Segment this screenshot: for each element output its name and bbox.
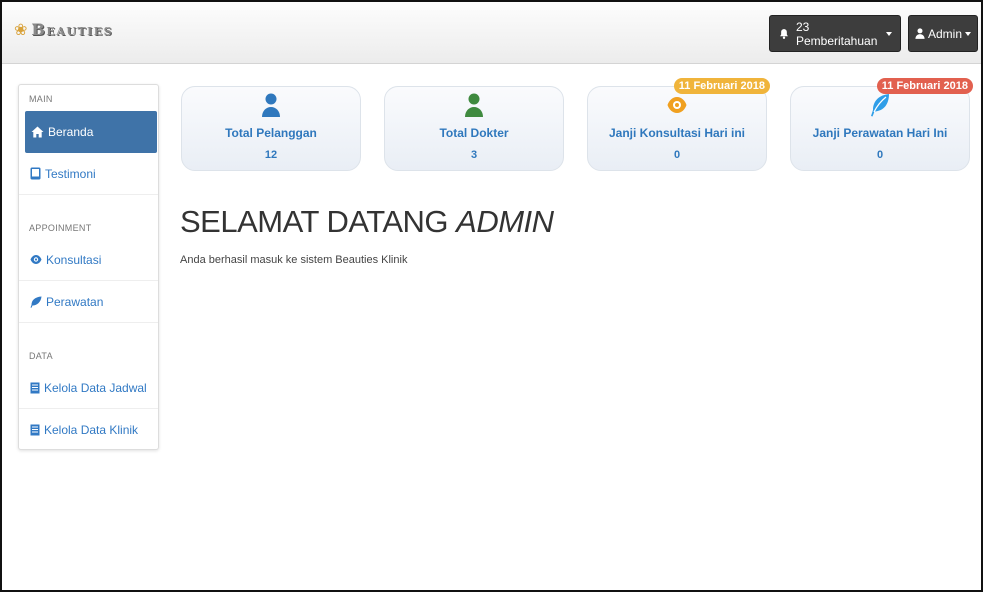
caret-down-icon <box>886 31 892 36</box>
sidebar-heading-appoinment: APPOINMENT <box>29 223 92 233</box>
sidebar-item-label: Beranda <box>48 125 94 139</box>
sidebar-item-perawatan[interactable]: Perawatan <box>19 281 158 323</box>
lotus-icon: ❀ <box>14 20 28 39</box>
brand-name: Beauties <box>31 20 114 39</box>
user-icon <box>465 93 483 117</box>
sidebar-heading-main: MAIN <box>29 94 53 104</box>
user-menu-button[interactable]: Admin <box>908 15 978 52</box>
list-icon <box>30 424 40 436</box>
sidebar-item-label: Konsultasi <box>46 252 102 267</box>
eye-icon <box>667 97 687 113</box>
leaf-icon <box>871 94 889 117</box>
bell-icon <box>780 28 788 39</box>
sidebar: MAIN Beranda Testimoni APPOINMENT Konsul… <box>18 84 159 450</box>
sidebar-item-testimoni[interactable]: Testimoni <box>19 153 158 195</box>
card-value: 3 <box>470 149 478 161</box>
welcome-name: ADMIN <box>456 204 554 239</box>
date-badge: 11 Februari 2018 <box>876 78 973 94</box>
welcome-subtext: Anda berhasil masuk ke sistem Beauties K… <box>180 254 408 266</box>
caret-down-icon <box>965 31 971 36</box>
notifications-label: 23 Pemberitahuan <box>795 19 878 48</box>
stat-card-total-dokter[interactable]: Total Dokter 3 <box>384 86 564 171</box>
user-icon <box>262 93 280 117</box>
card-value: 0 <box>876 149 884 161</box>
tablet-icon <box>30 167 41 180</box>
stat-card-janji-konsultasi[interactable]: 11 Februari 2018 Janji Konsultasi Hari i… <box>587 78 770 171</box>
card-title: Janji Perawatan Hari Ini <box>812 126 948 140</box>
sidebar-item-kelola-data-klinik[interactable]: Kelola Data Klinik <box>19 409 158 451</box>
user-menu-label: Admin <box>927 26 962 41</box>
page-title: SELAMAT DATANG ADMIN <box>180 204 554 240</box>
leaf-icon <box>30 296 42 308</box>
stat-card-total-pelanggan[interactable]: Total Pelanggan 12 <box>181 86 361 171</box>
sidebar-item-kelola-data-jadwal[interactable]: Kelola Data Jadwal <box>19 367 158 409</box>
home-icon <box>31 126 44 138</box>
list-icon <box>30 382 40 393</box>
top-navbar: ❀ Beauties 23 Pemberitahuan Admin <box>2 2 981 64</box>
brand-logo[interactable]: ❀ Beauties <box>14 20 113 39</box>
sidebar-item-beranda[interactable]: Beranda <box>25 111 157 153</box>
card-value: 12 <box>264 149 278 161</box>
notifications-button[interactable]: 23 Pemberitahuan <box>769 15 901 52</box>
card-title: Total Pelanggan <box>225 126 317 140</box>
eye-icon <box>30 255 42 264</box>
sidebar-item-label: Testimoni <box>45 166 96 181</box>
sidebar-item-label: Kelola Data Klinik <box>44 423 139 437</box>
card-title: Janji Konsultasi Hari ini <box>608 126 746 140</box>
sidebar-heading-data: DATA <box>29 351 53 361</box>
card-title: Total Dokter <box>439 126 509 140</box>
sidebar-item-label: Perawatan <box>46 294 104 309</box>
app-window: ❀ Beauties 23 Pemberitahuan Admin MAIN B… <box>0 0 983 592</box>
date-badge: 11 Februari 2018 <box>673 78 770 94</box>
sidebar-item-konsultasi[interactable]: Konsultasi <box>19 239 158 281</box>
sidebar-item-label: Kelola Data Jadwal <box>44 380 147 395</box>
card-value: 0 <box>673 149 681 161</box>
user-icon <box>915 28 925 39</box>
welcome-prefix: SELAMAT DATANG <box>180 204 457 239</box>
stat-card-janji-perawatan[interactable]: 11 Februari 2018 Janji Perawatan Hari In… <box>790 78 973 171</box>
